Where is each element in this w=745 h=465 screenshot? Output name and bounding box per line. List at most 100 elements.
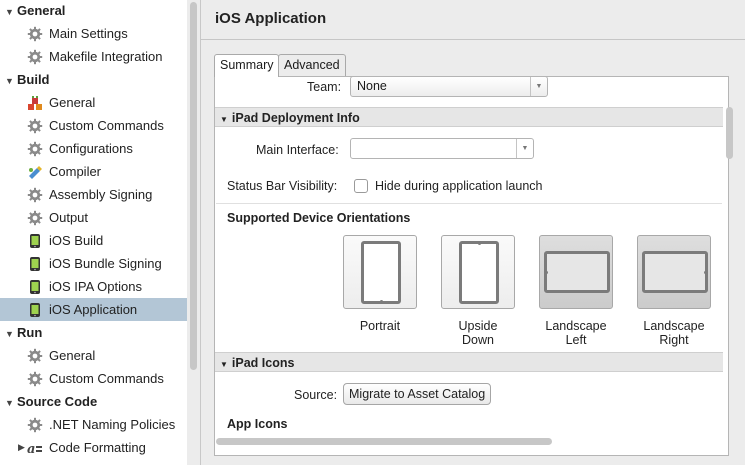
home-button-dot bbox=[545, 271, 548, 274]
sidebar-item-label: Custom Commands bbox=[49, 118, 164, 133]
sidebar-item-label: Output bbox=[49, 210, 89, 225]
orientation-label: Landscape Left bbox=[531, 319, 621, 347]
section-run[interactable]: ▼ Run bbox=[5, 323, 42, 343]
ipad-icons-header[interactable]: ▼ iPad Icons bbox=[215, 352, 723, 372]
panel-horizontal-scrollbar[interactable] bbox=[214, 437, 727, 446]
orientation-portrait-button[interactable] bbox=[343, 235, 417, 309]
migrate-to-asset-catalog-button[interactable]: Migrate to Asset Catalog bbox=[343, 383, 492, 405]
ipad-upside-down-icon bbox=[459, 241, 499, 304]
home-button-dot bbox=[478, 242, 481, 245]
sidebar-item-naming-policies[interactable]: .NET Naming Policies bbox=[0, 413, 187, 436]
sidebar-item-label: iOS Bundle Signing bbox=[49, 256, 162, 271]
orientation-upside-down-button[interactable] bbox=[441, 235, 515, 309]
section-build[interactable]: ▼ Build bbox=[5, 70, 50, 90]
app-icons-title: App Icons bbox=[227, 417, 288, 431]
sidebar-item-ios-application[interactable]: iOS Application bbox=[0, 298, 187, 321]
orientation-label-line: Down bbox=[462, 333, 494, 347]
main-interface-combobox[interactable]: ▼ bbox=[350, 138, 534, 159]
hide-status-bar-label: Hide during application launch bbox=[375, 179, 543, 193]
scrollbar-thumb[interactable] bbox=[726, 107, 733, 159]
sidebar-item-label: General bbox=[49, 348, 96, 363]
sidebar-item-label: iOS IPA Options bbox=[49, 279, 142, 294]
orientation-label-line: Landscape bbox=[643, 319, 705, 333]
build-blocks-icon bbox=[27, 95, 43, 111]
orientation-label-line: Left bbox=[565, 333, 587, 347]
sidebar-item-code-formatting[interactable]: ▶ a Code Formatting bbox=[0, 436, 187, 459]
orientation-landscape-left-button[interactable] bbox=[539, 235, 613, 309]
ipad-deployment-header[interactable]: ▼ iPad Deployment Info bbox=[215, 107, 723, 127]
sidebar-item-label: iOS Build bbox=[49, 233, 104, 248]
orientation-label: Upside Down bbox=[433, 319, 523, 347]
sidebar: ▼ General Main Settings Makefile Integrat… bbox=[0, 0, 187, 465]
sidebar-item-label: iOS Application bbox=[49, 302, 138, 317]
gear-icon bbox=[27, 417, 43, 433]
sidebar-item-label: Main Settings bbox=[49, 26, 128, 41]
gear-icon bbox=[27, 49, 43, 65]
source-label: Source: bbox=[294, 388, 338, 402]
sidebar-item-main-settings[interactable]: Main Settings bbox=[0, 22, 187, 45]
disclosure-triangle-icon[interactable]: ▼ bbox=[220, 360, 228, 369]
compiler-icon bbox=[27, 164, 43, 180]
home-button-dot bbox=[704, 271, 707, 274]
sidebar-item-makefile-integration[interactable]: Makefile Integration bbox=[0, 45, 187, 68]
disclosure-triangle-icon[interactable]: ▼ bbox=[5, 2, 17, 22]
disclosure-triangle-icon[interactable]: ▼ bbox=[220, 115, 228, 124]
sidebar-scrollbar[interactable] bbox=[189, 0, 198, 372]
scrollbar-thumb[interactable] bbox=[190, 2, 197, 370]
section-general[interactable]: ▼ General bbox=[5, 1, 65, 21]
panel-vertical-scrollbar[interactable] bbox=[724, 107, 733, 435]
gear-icon bbox=[27, 371, 43, 387]
sidebar-item-label: .NET Naming Policies bbox=[49, 417, 176, 432]
sidebar-item-custom-commands[interactable]: Custom Commands bbox=[0, 114, 187, 137]
orientation-label-line: Portrait bbox=[359, 319, 401, 333]
sidebar-item-ios-build[interactable]: iOS Build bbox=[0, 229, 187, 252]
scrollbar-thumb[interactable] bbox=[216, 438, 552, 445]
ipad-landscape-left-icon bbox=[544, 251, 610, 293]
section-source-code[interactable]: ▼ Source Code bbox=[5, 392, 97, 412]
ios-device-icon bbox=[27, 256, 43, 272]
pane-divider[interactable] bbox=[200, 0, 201, 465]
sidebar-item-build-general[interactable]: General bbox=[0, 91, 187, 114]
sidebar-item-run-general[interactable]: General bbox=[0, 344, 187, 367]
orientations-title: Supported Device Orientations bbox=[227, 211, 411, 225]
sidebar-item-output[interactable]: Output bbox=[0, 206, 187, 229]
disclosure-triangle-right-icon[interactable]: ▶ bbox=[18, 436, 25, 459]
disclosure-triangle-icon[interactable]: ▼ bbox=[5, 324, 17, 344]
chevron-down-icon[interactable]: ▼ bbox=[516, 139, 533, 158]
gear-icon bbox=[27, 348, 43, 364]
sidebar-item-configurations[interactable]: Configurations bbox=[0, 137, 187, 160]
tab-summary[interactable]: Summary bbox=[214, 54, 280, 77]
sidebar-item-label: Configurations bbox=[49, 141, 133, 156]
ios-device-icon bbox=[27, 279, 43, 295]
gear-icon bbox=[27, 141, 43, 157]
team-select[interactable]: None ▼ bbox=[350, 76, 548, 97]
code-formatting-icon: a bbox=[27, 440, 43, 457]
gear-icon bbox=[27, 187, 43, 203]
sidebar-item-label: Compiler bbox=[49, 164, 102, 179]
orientation-landscape-right-button[interactable] bbox=[637, 235, 711, 309]
divider bbox=[216, 203, 722, 204]
gear-icon bbox=[27, 210, 43, 226]
orientation-label-line: Landscape bbox=[545, 319, 607, 333]
sidebar-item-compiler[interactable]: Compiler bbox=[0, 160, 187, 183]
sidebar-item-label: Makefile Integration bbox=[49, 49, 163, 64]
disclosure-triangle-icon[interactable]: ▼ bbox=[5, 71, 17, 91]
sidebar-item-label: Code Formatting bbox=[49, 440, 146, 455]
sidebar-item-ios-ipa-options[interactable]: iOS IPA Options bbox=[0, 275, 187, 298]
disclosure-triangle-icon[interactable]: ▼ bbox=[5, 393, 17, 413]
sidebar-item-assembly-signing[interactable]: Assembly Signing bbox=[0, 183, 187, 206]
ios-device-icon bbox=[27, 233, 43, 249]
ipad-portrait-icon bbox=[361, 241, 401, 304]
tab-advanced[interactable]: Advanced bbox=[278, 54, 346, 76]
sidebar-item-label: Assembly Signing bbox=[49, 187, 153, 202]
sidebar-item-label: Custom Commands bbox=[49, 371, 164, 386]
main-interface-label: Main Interface: bbox=[256, 143, 339, 157]
orientation-label: Portrait bbox=[335, 319, 425, 333]
sidebar-item-ios-bundle-signing[interactable]: iOS Bundle Signing bbox=[0, 252, 187, 275]
orientation-label-line: Upside bbox=[458, 319, 498, 333]
sidebar-item-run-custom-commands[interactable]: Custom Commands bbox=[0, 367, 187, 390]
page-title: iOS Application bbox=[215, 10, 327, 27]
status-bar-label: Status Bar Visibility: bbox=[227, 179, 338, 193]
gear-icon bbox=[27, 118, 43, 134]
hide-status-bar-checkbox[interactable] bbox=[354, 179, 368, 193]
